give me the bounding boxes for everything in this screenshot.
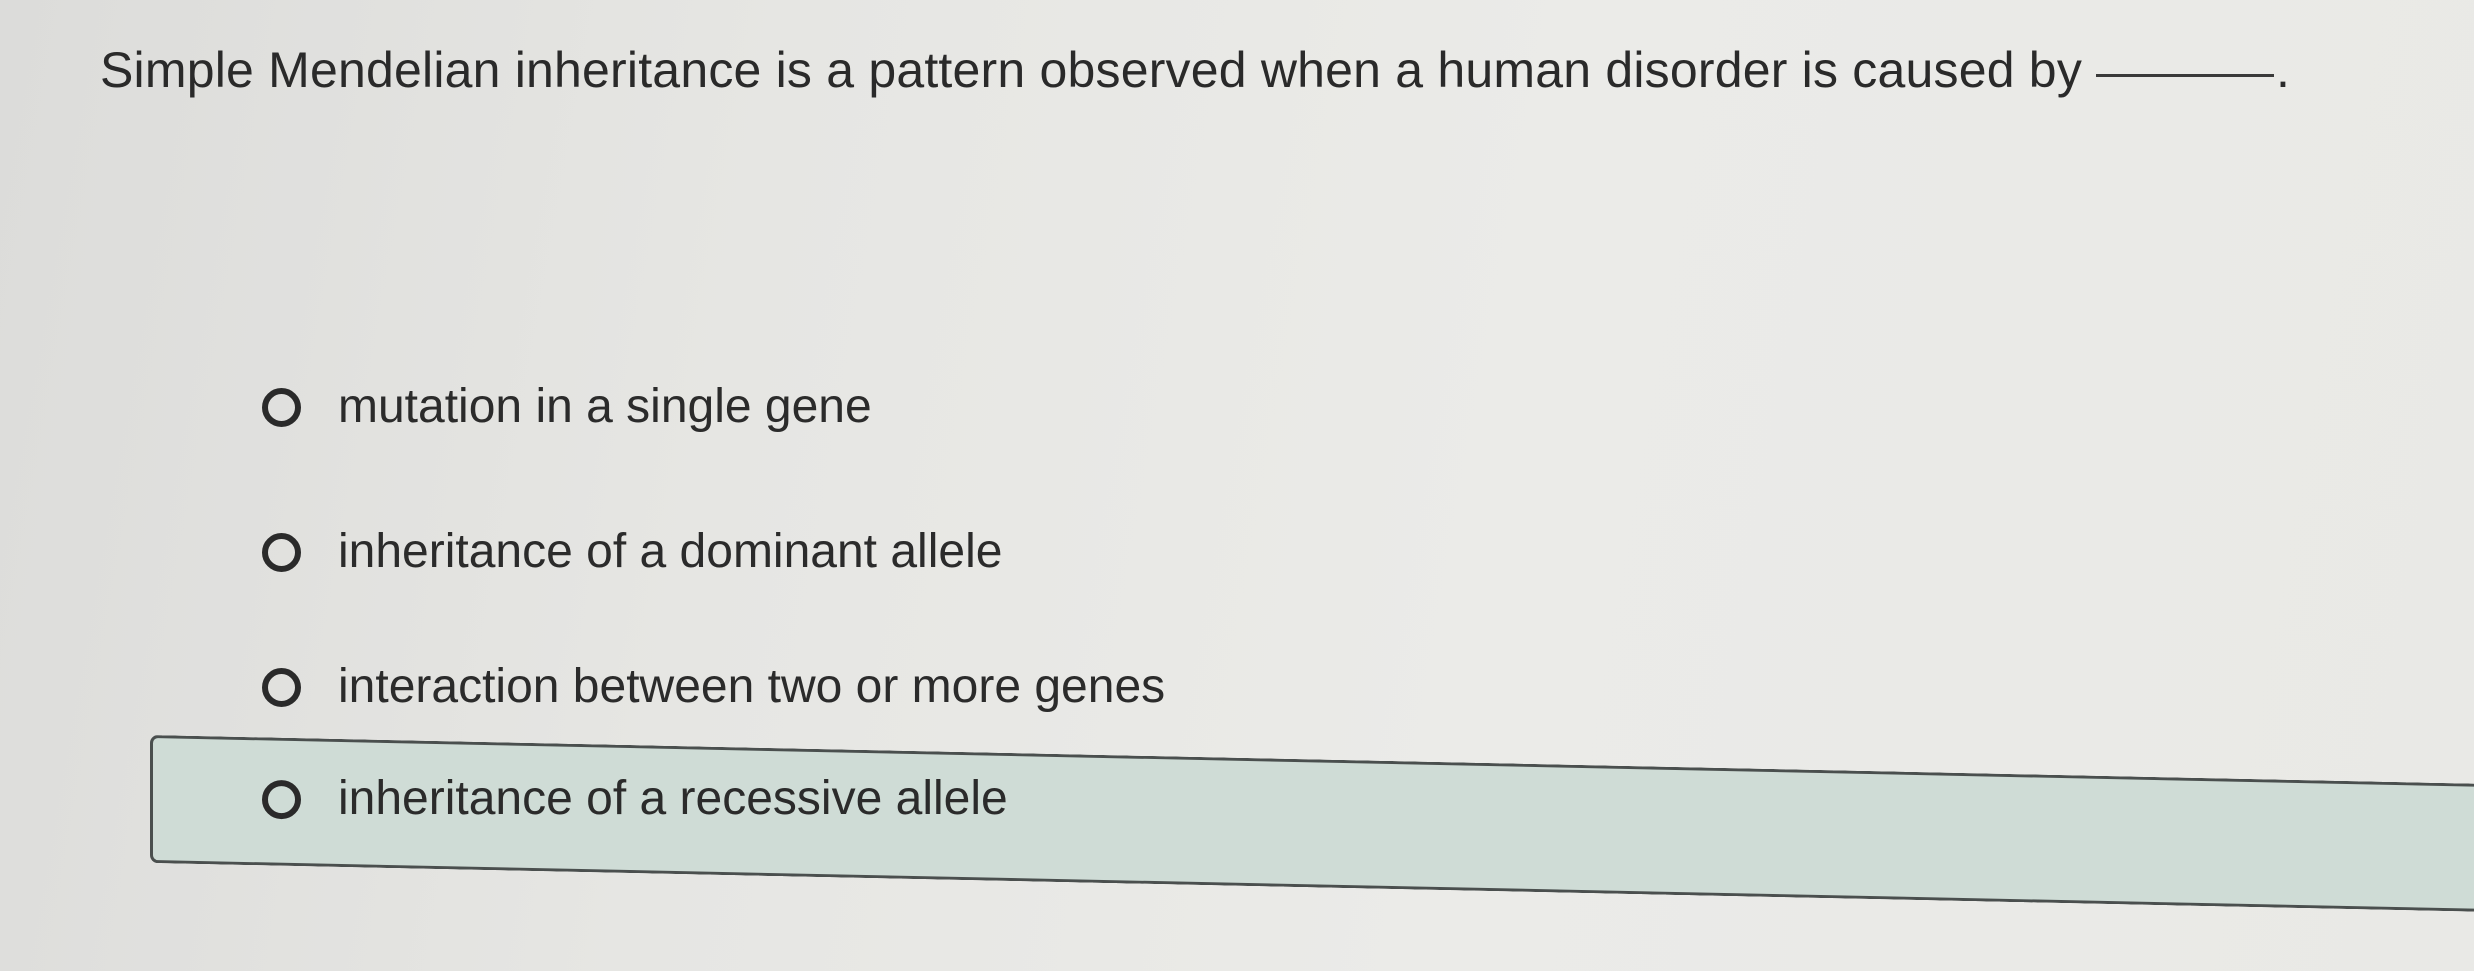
radio-button-icon[interactable] xyxy=(262,387,301,427)
answer-option-2[interactable]: inheritance of a dominant allele xyxy=(150,502,2474,602)
radio-button-icon[interactable] xyxy=(262,779,301,819)
answer-option-label: inheritance of a recessive allele xyxy=(338,772,1008,826)
answer-option-label: interaction between two or more genes xyxy=(338,660,1166,713)
radio-button-icon[interactable] xyxy=(262,667,301,707)
answer-option-1[interactable]: mutation in a single gene xyxy=(150,357,2474,457)
radio-button-icon[interactable] xyxy=(262,532,301,572)
answer-options: mutation in a single gene inheritance of… xyxy=(0,0,2474,971)
answer-option-label: mutation in a single gene xyxy=(338,380,872,433)
answer-option-3[interactable]: interaction between two or more genes xyxy=(150,637,2474,737)
answer-option-4-highlighted[interactable]: inheritance of a recessive allele xyxy=(150,735,2474,912)
answer-option-label: inheritance of a dominant allele xyxy=(338,525,1003,578)
answer-option-inner: inheritance of a recessive allele xyxy=(153,769,1008,829)
